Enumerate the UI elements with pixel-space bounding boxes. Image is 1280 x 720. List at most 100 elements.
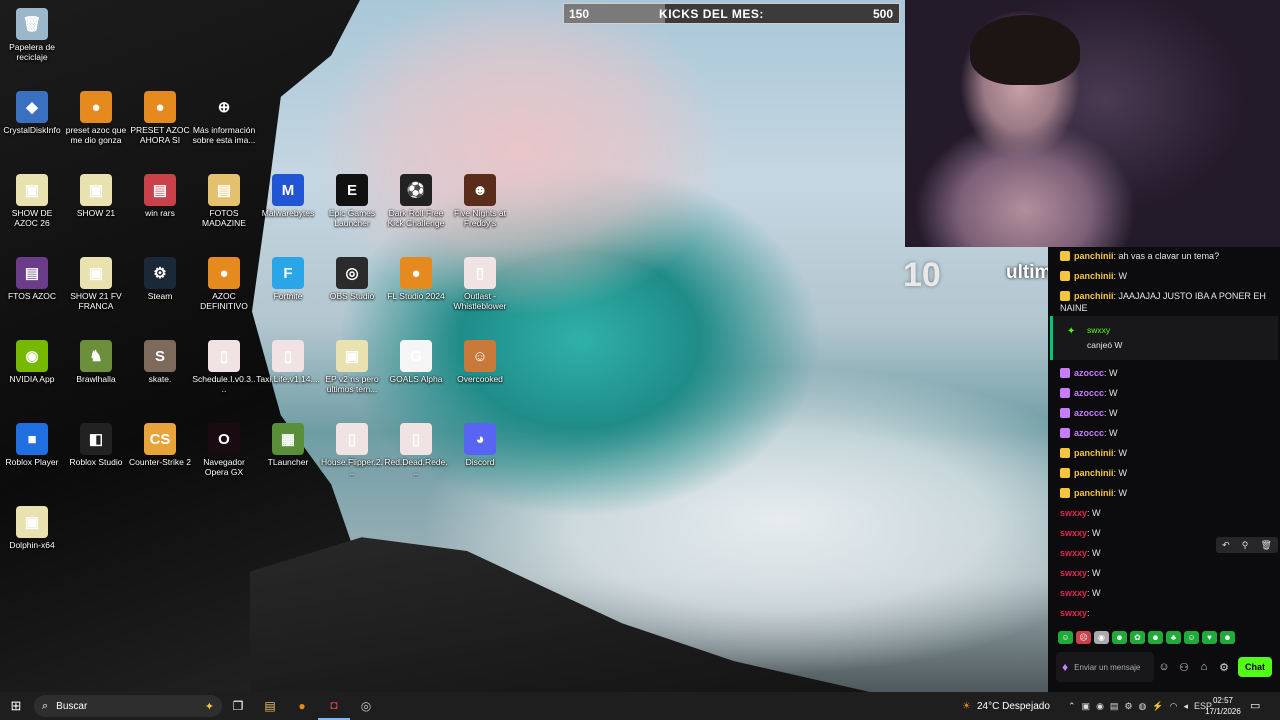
emote-icon[interactable]: ☹ xyxy=(1076,631,1091,644)
desktop-icon[interactable]: ● preset azoc que me dio gonza xyxy=(64,87,128,163)
emote-icon[interactable]: ◉ xyxy=(1094,631,1109,644)
emote-icon[interactable]: ☻ xyxy=(1112,631,1127,644)
desktop-icon[interactable]: 🗑 Papelera de reciclaje xyxy=(0,4,64,80)
reply-icon[interactable]: ↶ xyxy=(1222,540,1230,551)
desktop-icon[interactable]: M Malwarebytes xyxy=(256,170,320,246)
chat-username[interactable]: panchinii xyxy=(1074,484,1114,502)
desktop-icon[interactable]: E Epic Games Launcher xyxy=(320,170,384,246)
desktop-icon[interactable]: ▤ FTOS AZOC xyxy=(0,253,64,329)
desktop-icon[interactable]: ▯ Red.Dead.Rede... xyxy=(384,419,448,495)
chat-message[interactable]: NAINE xyxy=(1060,299,1088,317)
desktop-icon[interactable]: ● PRESET AZOC AHORA SI xyxy=(128,87,192,163)
desktop-icon[interactable]: ☻ Five Nights at Freddy's xyxy=(448,170,512,246)
chat-username[interactable]: panchinii xyxy=(1074,267,1114,285)
chat-username[interactable]: swxxy xyxy=(1060,584,1087,602)
desktop-icon[interactable]: ⚽ Dark Roll Free Kick Challenge xyxy=(384,170,448,246)
chat-message[interactable]: azoccc: W xyxy=(1060,424,1118,442)
weather-widget[interactable]: ☀ 24°C Despejado xyxy=(962,692,1050,720)
desktop-icon[interactable]: ☺ Overcooked xyxy=(448,336,512,412)
chat-username[interactable]: azoccc xyxy=(1074,364,1104,382)
chat-message[interactable]: swxxy: xyxy=(1060,604,1090,622)
wifi-icon[interactable]: ◠ xyxy=(1170,701,1178,712)
chat-username[interactable]: azoccc xyxy=(1074,404,1104,422)
desktop-icon[interactable]: ◉ NVIDIA App xyxy=(0,336,64,412)
emote-icon[interactable]: ☻ xyxy=(1220,631,1235,644)
chat-username[interactable]: azoccc xyxy=(1074,424,1104,442)
chat-message[interactable]: swxxy: W xyxy=(1060,524,1101,542)
desktop-icon[interactable]: ▯ House.Flipper.2... xyxy=(320,419,384,495)
notification-icon[interactable]: ▭ xyxy=(1250,699,1260,712)
chat-message[interactable]: panchinii: W xyxy=(1060,444,1127,462)
desktop-icon[interactable]: ⚙ Steam xyxy=(128,253,192,329)
gear-icon[interactable]: ⚙ xyxy=(1214,661,1234,674)
desktop-icon[interactable]: ▣ SHOW DE AZOC 26 xyxy=(0,170,64,246)
tray-app-icon[interactable]: ◍ xyxy=(1139,701,1147,712)
desktop-icon[interactable]: G GOALS Alpha xyxy=(384,336,448,412)
desktop-icon[interactable]: ■ Roblox Player xyxy=(0,419,64,495)
emoji-icon[interactable]: ☺ xyxy=(1154,661,1174,673)
taskbar-search[interactable]: ⌕ Buscar ✦ xyxy=(34,695,222,717)
chat-message[interactable]: panchinii: ah vas a clavar un tema? xyxy=(1060,247,1219,265)
obs-taskbar-icon[interactable]: ◎ xyxy=(350,692,382,720)
opera-gx-taskbar-icon[interactable]: ◘ xyxy=(318,692,350,720)
delete-icon[interactable]: 🗑 xyxy=(1260,540,1271,551)
store-icon[interactable]: ⌂ xyxy=(1194,661,1214,673)
file-explorer-icon[interactable]: ▤ xyxy=(254,692,286,720)
desktop-icon[interactable]: ▤ win rars xyxy=(128,170,192,246)
chat-message[interactable]: azoccc: W xyxy=(1060,384,1118,402)
desktop-icon[interactable]: Sskate. xyxy=(128,336,192,412)
desktop-icon[interactable]: ▤ FOTOS MADAZINE xyxy=(192,170,256,246)
chat-message[interactable]: panchinii: W xyxy=(1060,267,1127,285)
taskbar-clock[interactable]: 02:57 17/1/2026 xyxy=(1200,695,1246,717)
tray-app-icon[interactable]: ▣ xyxy=(1082,701,1091,712)
emote-icon[interactable]: ♣ xyxy=(1166,631,1181,644)
chat-message[interactable]: azoccc: W xyxy=(1060,404,1118,422)
desktop-icon[interactable]: ⊕ Más información sobre esta ima... xyxy=(192,87,256,163)
desktop-icon[interactable]: ◎ OBS Studio xyxy=(320,253,384,329)
chat-message[interactable]: panchinii: JAAJAJAJ JUSTO IBA A PONER EH xyxy=(1060,287,1266,305)
chat-input[interactable]: ♦ Enviar un mensaje xyxy=(1056,652,1154,682)
chat-username[interactable]: swxxy xyxy=(1060,524,1087,542)
desktop-icon[interactable]: ● FL Studio 2024 xyxy=(384,253,448,329)
windows-start-icon[interactable]: ⊞ xyxy=(0,698,32,714)
chat-message[interactable]: panchinii: W xyxy=(1060,484,1127,502)
desktop-icon[interactable]: ▯ Outlast - Whistleblower xyxy=(448,253,512,329)
desktop-icon[interactable]: ● AZOC DEFINITIVO xyxy=(192,253,256,329)
desktop-icon[interactable]: CS Counter-Strike 2 xyxy=(128,419,192,495)
chat-username[interactable]: panchinii xyxy=(1074,247,1114,265)
chat-message[interactable]: swxxy: W xyxy=(1060,544,1101,562)
chat-username[interactable]: swxxy xyxy=(1060,504,1087,522)
tray-app-icon[interactable]: ⚡ xyxy=(1152,701,1163,712)
chevron-up-icon[interactable]: ⌃ xyxy=(1068,701,1076,712)
chat-username[interactable]: panchinii xyxy=(1074,444,1114,462)
chat-username[interactable]: swxxy xyxy=(1060,564,1087,582)
tray-app-icon[interactable]: ▤ xyxy=(1110,701,1119,712)
desktop-icon[interactable]: ▣ Dolphin-x64 xyxy=(0,502,64,578)
tray-app-icon[interactable]: ◉ xyxy=(1096,701,1104,712)
fl-studio-taskbar-icon[interactable]: ● xyxy=(286,692,318,720)
chat-username[interactable]: swxxy xyxy=(1060,544,1087,562)
desktop-icon[interactable]: O Navegador Opera GX xyxy=(192,419,256,495)
chat-message[interactable]: swxxy: W xyxy=(1060,584,1101,602)
task-view-icon[interactable]: ❐ xyxy=(222,692,254,720)
desktop-icon[interactable]: ▦ TLauncher xyxy=(256,419,320,495)
chat-message[interactable]: panchinii: W xyxy=(1060,464,1127,482)
desktop-icon[interactable]: F Fortnite xyxy=(256,253,320,329)
desktop-icon[interactable]: ♞ Brawlhalla xyxy=(64,336,128,412)
chat-username[interactable]: azoccc xyxy=(1074,384,1104,402)
tray-app-icon[interactable]: ⚙ xyxy=(1124,701,1132,712)
emote-icon[interactable]: ♥ xyxy=(1202,631,1217,644)
chat-username[interactable]: swxxy xyxy=(1060,604,1087,622)
chat-message[interactable]: azoccc: W xyxy=(1060,364,1118,382)
desktop-icon[interactable]: ◕ Discord xyxy=(448,419,512,495)
chat-message[interactable]: swxxy: W xyxy=(1060,504,1101,522)
desktop-icon[interactable]: ◧ Roblox Studio xyxy=(64,419,128,495)
chat-message[interactable]: swxxy: W xyxy=(1060,564,1101,582)
desktop-icon[interactable]: ▯ Schedule.I.v0.3.... xyxy=(192,336,256,412)
emote-icon[interactable]: ☺ xyxy=(1184,631,1199,644)
send-chat-button[interactable]: Chat xyxy=(1238,657,1272,677)
chat-username[interactable]: panchinii xyxy=(1074,464,1114,482)
desktop-icon[interactable]: ▣ SHOW 21 FV FRANCA xyxy=(64,253,128,329)
desktop-icon[interactable]: ▣ EP v2 ns pero ultimos tem... xyxy=(320,336,384,412)
pin-icon[interactable]: ⚲ xyxy=(1242,540,1249,551)
